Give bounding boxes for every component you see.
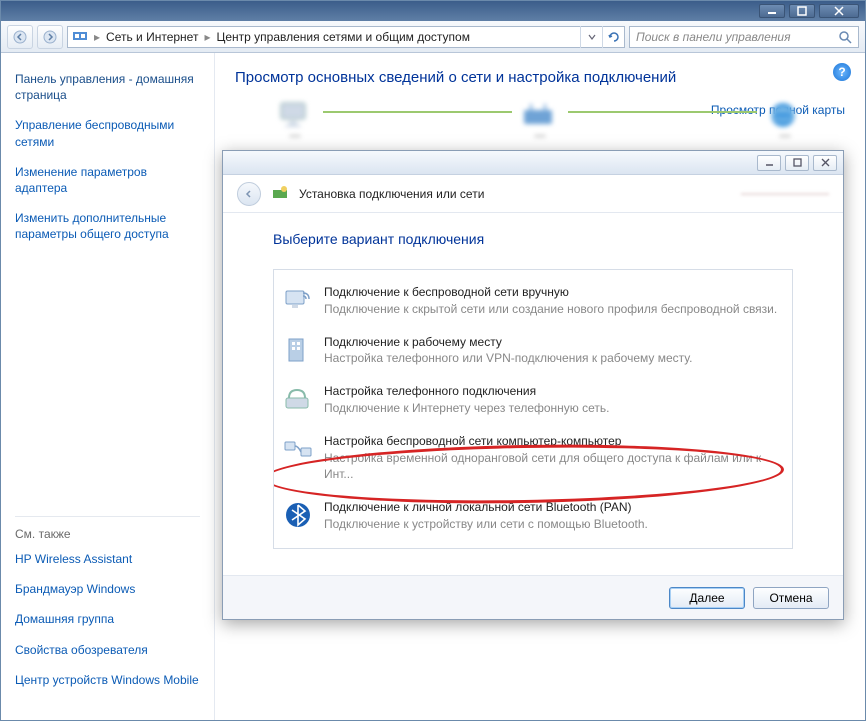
window-titlebar: [1, 1, 865, 21]
search-input[interactable]: Поиск в панели управления: [629, 26, 859, 48]
option-workplace[interactable]: Подключение к рабочему местуНастройка те…: [278, 326, 788, 376]
option-bluetooth[interactable]: Подключение к личной локальной сети Blue…: [278, 491, 788, 541]
sidebar-home-link[interactable]: Панель управления - домашняя страница: [15, 71, 200, 103]
bluetooth-icon: [282, 499, 314, 531]
network-icon: [72, 29, 88, 45]
network-map: — — —: [235, 100, 845, 142]
adhoc-network-icon: [282, 433, 314, 465]
minimize-button[interactable]: [759, 4, 785, 18]
computer-node-icon: —: [275, 100, 315, 142]
dialog-header-blur: ————————: [741, 188, 829, 200]
forward-button[interactable]: [37, 25, 63, 49]
seealso-link[interactable]: Центр устройств Windows Mobile: [15, 672, 200, 688]
monitor-wifi-icon: [282, 284, 314, 316]
history-dropdown-button[interactable]: [580, 26, 602, 48]
next-button[interactable]: Далее: [669, 587, 745, 609]
setup-connection-dialog: Установка подключения или сети ———————— …: [222, 150, 844, 620]
dialog-header: Установка подключения или сети ————————: [223, 175, 843, 213]
phone-modem-icon: [282, 383, 314, 415]
address-bar[interactable]: ▸ Сеть и Интернет ▸ Центр управления сет…: [67, 26, 625, 48]
search-icon: [838, 30, 852, 44]
close-button[interactable]: [819, 4, 859, 18]
internet-node-icon: —: [765, 100, 805, 142]
maximize-button[interactable]: [789, 4, 815, 18]
search-placeholder: Поиск в панели управления: [636, 30, 838, 44]
breadcrumb-item[interactable]: Сеть и Интернет: [106, 30, 198, 44]
refresh-button[interactable]: [602, 26, 624, 48]
page-heading: Просмотр основных сведений о сети и наст…: [235, 69, 845, 86]
connection-options-list[interactable]: Подключение к беспроводной сети вручнуюП…: [273, 269, 793, 549]
dialog-back-button[interactable]: [237, 182, 261, 206]
option-adhoc[interactable]: Настройка беспроводной сети компьютер-ко…: [278, 425, 788, 491]
dialog-minimize-button[interactable]: [757, 155, 781, 171]
option-dialup[interactable]: Настройка телефонного подключенияПодключ…: [278, 375, 788, 425]
explorer-window: ▸ Сеть и Интернет ▸ Центр управления сет…: [0, 0, 866, 721]
sidebar-link-wireless[interactable]: Управление беспроводными сетями: [15, 117, 200, 149]
seealso-link[interactable]: Домашняя группа: [15, 611, 200, 627]
breadcrumb-sep-icon: ▸: [94, 30, 100, 44]
breadcrumb-item[interactable]: Центр управления сетями и общим доступом: [216, 30, 470, 44]
seealso-link[interactable]: HP Wireless Assistant: [15, 551, 200, 567]
breadcrumb-sep-icon: ▸: [204, 30, 210, 44]
back-button[interactable]: [7, 25, 33, 49]
option-manual-wireless[interactable]: Подключение к беспроводной сети вручнуюП…: [278, 276, 788, 326]
network-setup-icon: [271, 185, 289, 203]
seealso-label: См. также: [15, 516, 200, 541]
dialog-titlebar: [223, 151, 843, 175]
help-icon[interactable]: ?: [833, 63, 851, 81]
dialog-maximize-button[interactable]: [785, 155, 809, 171]
cancel-button[interactable]: Отмена: [753, 587, 829, 609]
dialog-close-button[interactable]: [813, 155, 837, 171]
sidebar-link-sharing[interactable]: Изменить дополнительные параметры общего…: [15, 210, 200, 242]
sidebar: Панель управления - домашняя страница Уп…: [1, 53, 215, 720]
seealso-link[interactable]: Брандмауэр Windows: [15, 581, 200, 597]
building-icon: [282, 334, 314, 366]
dialog-body: Выберите вариант подключения Подключение…: [223, 213, 843, 575]
seealso-link[interactable]: Свойства обозревателя: [15, 642, 200, 658]
router-node-icon: —: [520, 100, 560, 142]
navigation-bar: ▸ Сеть и Интернет ▸ Центр управления сет…: [1, 21, 865, 53]
dialog-subheading: Выберите вариант подключения: [273, 231, 793, 247]
sidebar-link-adapter[interactable]: Изменение параметров адаптера: [15, 164, 200, 196]
dialog-footer: Далее Отмена: [223, 575, 843, 619]
dialog-header-text: Установка подключения или сети: [299, 187, 484, 201]
